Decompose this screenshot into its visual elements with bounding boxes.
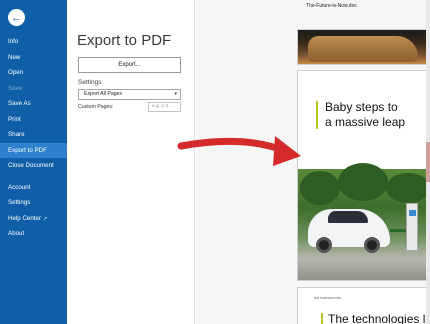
car-photo-shape xyxy=(308,36,418,62)
sidebar-item-save-as[interactable]: Save As xyxy=(0,96,67,112)
external-link-icon: ↗ xyxy=(43,215,48,222)
sidebar-item-account[interactable]: Account xyxy=(0,180,67,196)
preview-page-2: Baby steps to a massive leap xyxy=(297,70,430,281)
back-arrow-icon[interactable]: ← xyxy=(8,9,25,26)
preview-scrollbar[interactable] xyxy=(426,0,430,324)
car-window xyxy=(328,211,368,223)
wheel xyxy=(364,237,380,253)
document-title: The-Future-is-Now.doc xyxy=(306,3,357,9)
arrow-head xyxy=(273,136,301,166)
page-headline: Baby steps to a massive leap xyxy=(325,100,430,129)
sidebar-item-new[interactable]: New xyxy=(0,50,67,66)
annotation-arrow xyxy=(177,136,301,166)
custom-pages-input[interactable]: e.g. 1-5 xyxy=(148,102,181,112)
charging-station xyxy=(406,203,418,251)
accent-bar xyxy=(316,101,318,129)
sidebar-nav: Info New Open Save Save As Print Share E… xyxy=(0,34,67,242)
arrow-shaft xyxy=(177,137,291,156)
charger-screen xyxy=(409,210,416,216)
export-pages-select[interactable]: Export All Pages ▾ xyxy=(78,89,181,100)
scroll-thumb[interactable] xyxy=(426,142,430,182)
accent-bar xyxy=(321,313,323,324)
sidebar-item-save: Save xyxy=(8,84,23,92)
headline-line-1: Baby steps to xyxy=(325,100,398,114)
page-headline: The technologies lea xyxy=(328,312,430,324)
sidebar-item-open[interactable]: Open xyxy=(0,65,67,81)
sidebar-item-print[interactable]: Print xyxy=(0,112,67,128)
preview-page-1 xyxy=(297,29,430,65)
headline-line-2: a massive leap xyxy=(325,114,406,129)
custom-pages-label: Custom Pages: xyxy=(78,104,114,110)
settings-label: Settings xyxy=(78,79,102,86)
sidebar-item-label: Help Center xyxy=(8,214,42,222)
tree-shape xyxy=(338,163,388,201)
page-brand: ovi instruments xyxy=(314,295,341,300)
sidebar-item-close-document[interactable]: Close Document xyxy=(0,158,67,174)
electric-car-photo xyxy=(298,163,430,280)
sidebar-item-export-to-pdf[interactable]: Export to PDF xyxy=(0,142,67,158)
wheel xyxy=(316,237,332,253)
sidebar: ← Info New Open Save Save As Print Share… xyxy=(0,0,67,324)
page-title: Export to PDF xyxy=(77,32,172,49)
sidebar-item-info[interactable]: Info xyxy=(0,34,67,50)
tree-shape xyxy=(386,173,430,203)
export-pages-value: Export All Pages xyxy=(84,91,123,97)
sidebar-item-about[interactable]: About xyxy=(0,226,67,242)
preview-page-3: ovi instruments The technologies lea xyxy=(297,287,430,324)
sidebar-item-share[interactable]: Share xyxy=(0,127,67,143)
sidebar-item-settings[interactable]: Settings xyxy=(0,195,67,211)
export-button[interactable]: Export... xyxy=(78,57,181,73)
sidebar-item-help-center[interactable]: Help Center ↗ xyxy=(0,211,67,227)
chevron-down-icon: ▾ xyxy=(174,91,177,97)
